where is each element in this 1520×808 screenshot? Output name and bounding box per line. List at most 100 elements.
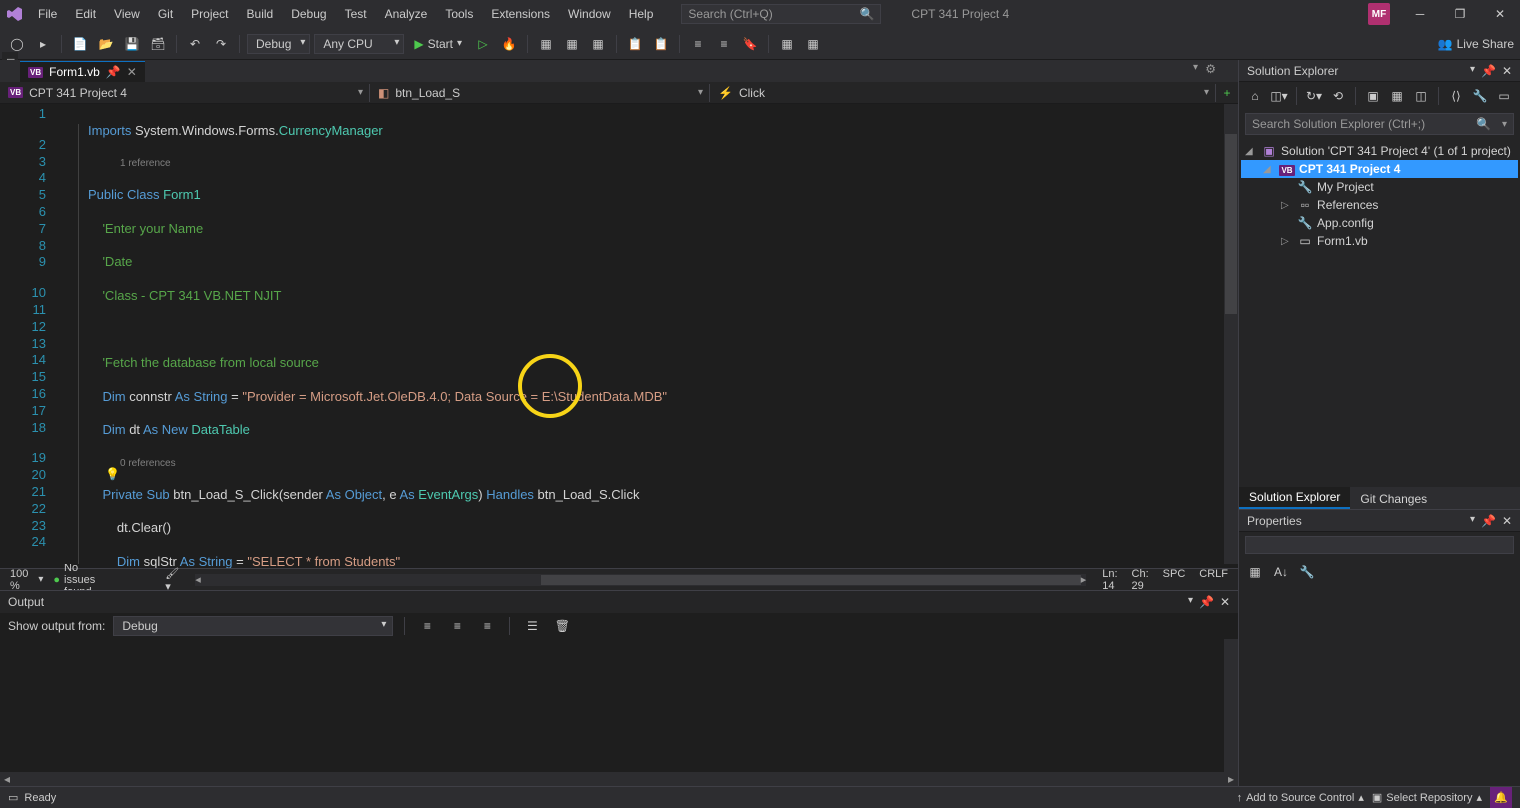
platform-select[interactable]: Any CPU xyxy=(314,34,404,54)
lightbulb-icon[interactable]: 💡 xyxy=(105,467,120,481)
tb-btn-3[interactable]: ▦ xyxy=(587,33,609,55)
maximize-button[interactable]: ❐ xyxy=(1440,0,1480,28)
tb-btn-4[interactable]: 📋 xyxy=(624,33,646,55)
nav-event-select[interactable]: ⚡Click xyxy=(710,84,1216,102)
editor-hscrollbar[interactable]: ◂▸ xyxy=(195,574,1086,586)
tb-btn-10[interactable]: ▦ xyxy=(802,33,824,55)
nav-add-button[interactable]: + xyxy=(1216,86,1238,100)
prop-alpha-icon[interactable]: A↓ xyxy=(1271,562,1291,582)
tb-btn-8[interactable]: 🔖 xyxy=(739,33,761,55)
prop-categorized-icon[interactable]: ▦ xyxy=(1245,562,1265,582)
se-dropdown-icon[interactable]: ▾ xyxy=(1470,64,1475,78)
tb-btn-7[interactable]: ≡ xyxy=(713,33,735,55)
se-preview-icon[interactable]: ▭ xyxy=(1494,86,1514,106)
tab-git-changes[interactable]: Git Changes xyxy=(1350,489,1437,509)
start-debug-button[interactable]: ▶Start▾ xyxy=(408,35,468,53)
start-nodebug-button[interactable]: ▷ xyxy=(472,33,494,55)
save-button[interactable]: 💾 xyxy=(121,33,143,55)
user-avatar[interactable]: MF xyxy=(1368,3,1390,25)
menu-help[interactable]: Help xyxy=(621,3,662,25)
tree-myproject[interactable]: 🔧My Project xyxy=(1241,178,1518,196)
se-wrench-icon[interactable]: 🔧 xyxy=(1470,86,1490,106)
output-pin-icon[interactable]: 📌 xyxy=(1199,595,1214,609)
tab-settings-button[interactable]: ⚙ xyxy=(1205,62,1216,76)
tab-solution-explorer[interactable]: Solution Explorer xyxy=(1239,487,1350,509)
search-dropdown-icon[interactable]: ▾ xyxy=(1502,119,1507,130)
output-source-select[interactable]: Debug xyxy=(113,616,393,636)
se-collapse-icon[interactable]: ▣ xyxy=(1363,86,1383,106)
menu-test[interactable]: Test xyxy=(337,3,375,25)
nav-project-select[interactable]: VBCPT 341 Project 4 xyxy=(0,84,370,102)
menu-file[interactable]: File xyxy=(30,3,65,25)
save-all-button[interactable]: 🗃 xyxy=(147,33,169,55)
config-select[interactable]: Debug xyxy=(247,34,310,54)
tb-btn-6[interactable]: ≡ xyxy=(687,33,709,55)
undo-button[interactable]: ↶ xyxy=(184,33,206,55)
new-item-button[interactable]: 📄 xyxy=(69,33,91,55)
menu-build[interactable]: Build xyxy=(239,3,282,25)
zoom-level[interactable]: 100 % xyxy=(10,568,28,592)
se-home-icon[interactable]: ⌂ xyxy=(1245,86,1265,106)
output-btn-4[interactable]: ☰ xyxy=(521,615,543,637)
se-switch-icon[interactable]: ◫▾ xyxy=(1269,86,1289,106)
prop-close-button[interactable]: ✕ xyxy=(1502,514,1512,528)
menu-view[interactable]: View xyxy=(106,3,148,25)
output-body[interactable] xyxy=(0,639,1238,772)
close-button[interactable]: ✕ xyxy=(1480,0,1520,28)
se-refresh-icon[interactable]: ↻▾ xyxy=(1304,86,1324,106)
notifications-button[interactable]: 🔔 xyxy=(1490,787,1512,808)
output-dropdown-icon[interactable]: ▾ xyxy=(1188,595,1193,609)
editor-vscrollbar[interactable] xyxy=(1224,104,1238,564)
menu-edit[interactable]: Edit xyxy=(67,3,104,25)
tree-appconfig[interactable]: 🔧App.config xyxy=(1241,214,1518,232)
output-hscrollbar[interactable]: ◂▸ xyxy=(0,772,1238,786)
tab-dropdown-button[interactable]: ▾ xyxy=(1193,62,1198,73)
tb-btn-5[interactable]: 📋 xyxy=(650,33,672,55)
output-btn-3[interactable]: ≡ xyxy=(476,615,498,637)
se-sync-icon[interactable]: ⟲ xyxy=(1328,86,1348,106)
live-share-button[interactable]: 👥Live Share xyxy=(1438,37,1514,51)
solution-search-input[interactable]: Search Solution Explorer (Ctrl+;) 🔍 ▾ xyxy=(1245,113,1514,135)
brush-icon[interactable]: 🖌▾ xyxy=(165,567,179,593)
doc-tab-form1[interactable]: VB Form1.vb 📌 ✕ xyxy=(20,61,145,82)
menu-analyze[interactable]: Analyze xyxy=(377,3,436,25)
code-editor[interactable]: 1 2 3 4 5 6 7 8 9 10 11 12 13 14 15 xyxy=(0,104,1238,564)
se-code-icon[interactable]: ⟨⟩ xyxy=(1446,86,1466,106)
se-copy-icon[interactable]: ◫ xyxy=(1411,86,1431,106)
menu-debug[interactable]: Debug xyxy=(283,3,334,25)
redo-button[interactable]: ↷ xyxy=(210,33,232,55)
se-showall-icon[interactable]: ▦ xyxy=(1387,86,1407,106)
tree-project-node[interactable]: ◢VBCPT 341 Project 4 xyxy=(1241,160,1518,178)
tb-btn-1[interactable]: ▦ xyxy=(535,33,557,55)
tree-references[interactable]: ▷▫▫References xyxy=(1241,196,1518,214)
output-close-button[interactable]: ✕ xyxy=(1220,595,1230,609)
properties-object-select[interactable] xyxy=(1245,536,1514,554)
menu-window[interactable]: Window xyxy=(560,3,619,25)
prop-pin-icon[interactable]: 📌 xyxy=(1481,514,1496,528)
prop-dropdown-icon[interactable]: ▾ xyxy=(1470,514,1475,528)
menu-project[interactable]: Project xyxy=(183,3,236,25)
tree-form1[interactable]: ▷▭Form1.vb xyxy=(1241,232,1518,250)
output-clear-button[interactable]: 🗑 xyxy=(551,615,573,637)
hot-reload-button[interactable]: 🔥 xyxy=(498,33,520,55)
output-btn-1[interactable]: ≡ xyxy=(416,615,438,637)
open-button[interactable]: 📂 xyxy=(95,33,117,55)
code-content[interactable]: Imports System.Windows.Forms.CurrencyMan… xyxy=(84,104,1238,564)
add-source-control-button[interactable]: ↑Add to Source Control ▴ xyxy=(1237,791,1364,804)
tab-close-button[interactable]: ✕ xyxy=(127,65,137,79)
output-btn-2[interactable]: ≡ xyxy=(446,615,468,637)
menu-git[interactable]: Git xyxy=(150,3,181,25)
output-vscrollbar[interactable] xyxy=(1224,639,1238,772)
tree-solution-root[interactable]: ◢▣Solution 'CPT 341 Project 4' (1 of 1 p… xyxy=(1241,142,1518,160)
minimize-button[interactable]: ─ xyxy=(1400,0,1440,28)
nav-member-select[interactable]: ◧btn_Load_S xyxy=(370,84,710,102)
prop-pages-icon[interactable]: 🔧 xyxy=(1297,562,1317,582)
tb-btn-2[interactable]: ▦ xyxy=(561,33,583,55)
menu-tools[interactable]: Tools xyxy=(437,3,481,25)
nav-fwd-button[interactable]: ▸ xyxy=(32,33,54,55)
se-pin-icon[interactable]: 📌 xyxy=(1481,64,1496,78)
se-close-button[interactable]: ✕ xyxy=(1502,64,1512,78)
global-search-input[interactable]: Search (Ctrl+Q) 🔍 xyxy=(681,4,881,24)
menu-extensions[interactable]: Extensions xyxy=(483,3,558,25)
tb-btn-9[interactable]: ▦ xyxy=(776,33,798,55)
